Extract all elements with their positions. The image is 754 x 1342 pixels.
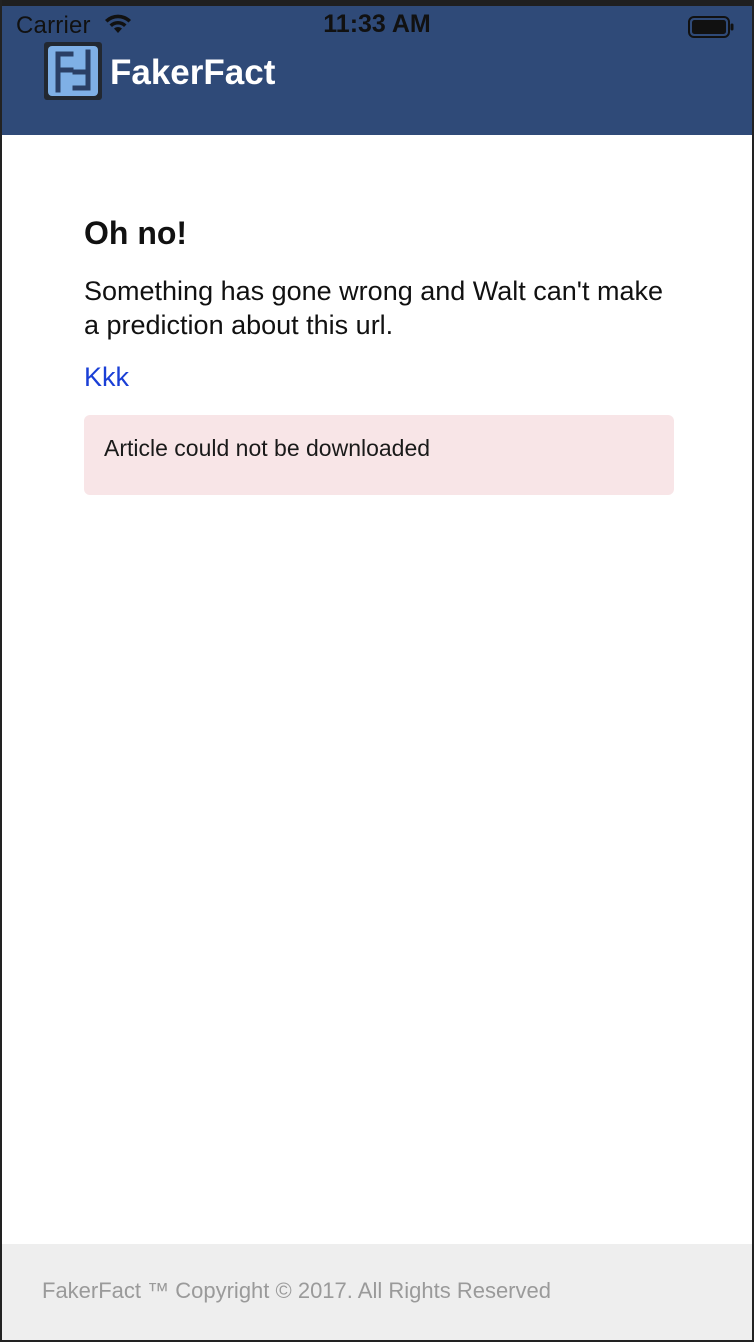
app-screen: Carrier 11:33 AM FakerFact Oh no! Someth…	[0, 0, 754, 1342]
navigation-bar: Carrier 11:33 AM FakerFact	[2, 0, 752, 135]
error-heading: Oh no!	[84, 215, 188, 251]
fakerfact-logo-icon	[44, 42, 102, 100]
url-link[interactable]: Kkk	[84, 362, 129, 393]
app-title: FakerFact	[110, 53, 276, 92]
battery-icon	[688, 16, 734, 38]
status-time: 11:33 AM	[323, 10, 431, 38]
error-alert: Article could not be downloaded	[84, 415, 674, 495]
error-message: Something has gone wrong and Walt can't …	[84, 276, 663, 340]
footer: FakerFact ™ Copyright © 2017. All Rights…	[2, 1244, 752, 1340]
alert-text: Article could not be downloaded	[104, 435, 431, 461]
footer-copyright: FakerFact ™ Copyright © 2017. All Rights…	[42, 1278, 551, 1303]
error-content: Oh no! Something has gone wrong and Walt…	[84, 215, 674, 495]
